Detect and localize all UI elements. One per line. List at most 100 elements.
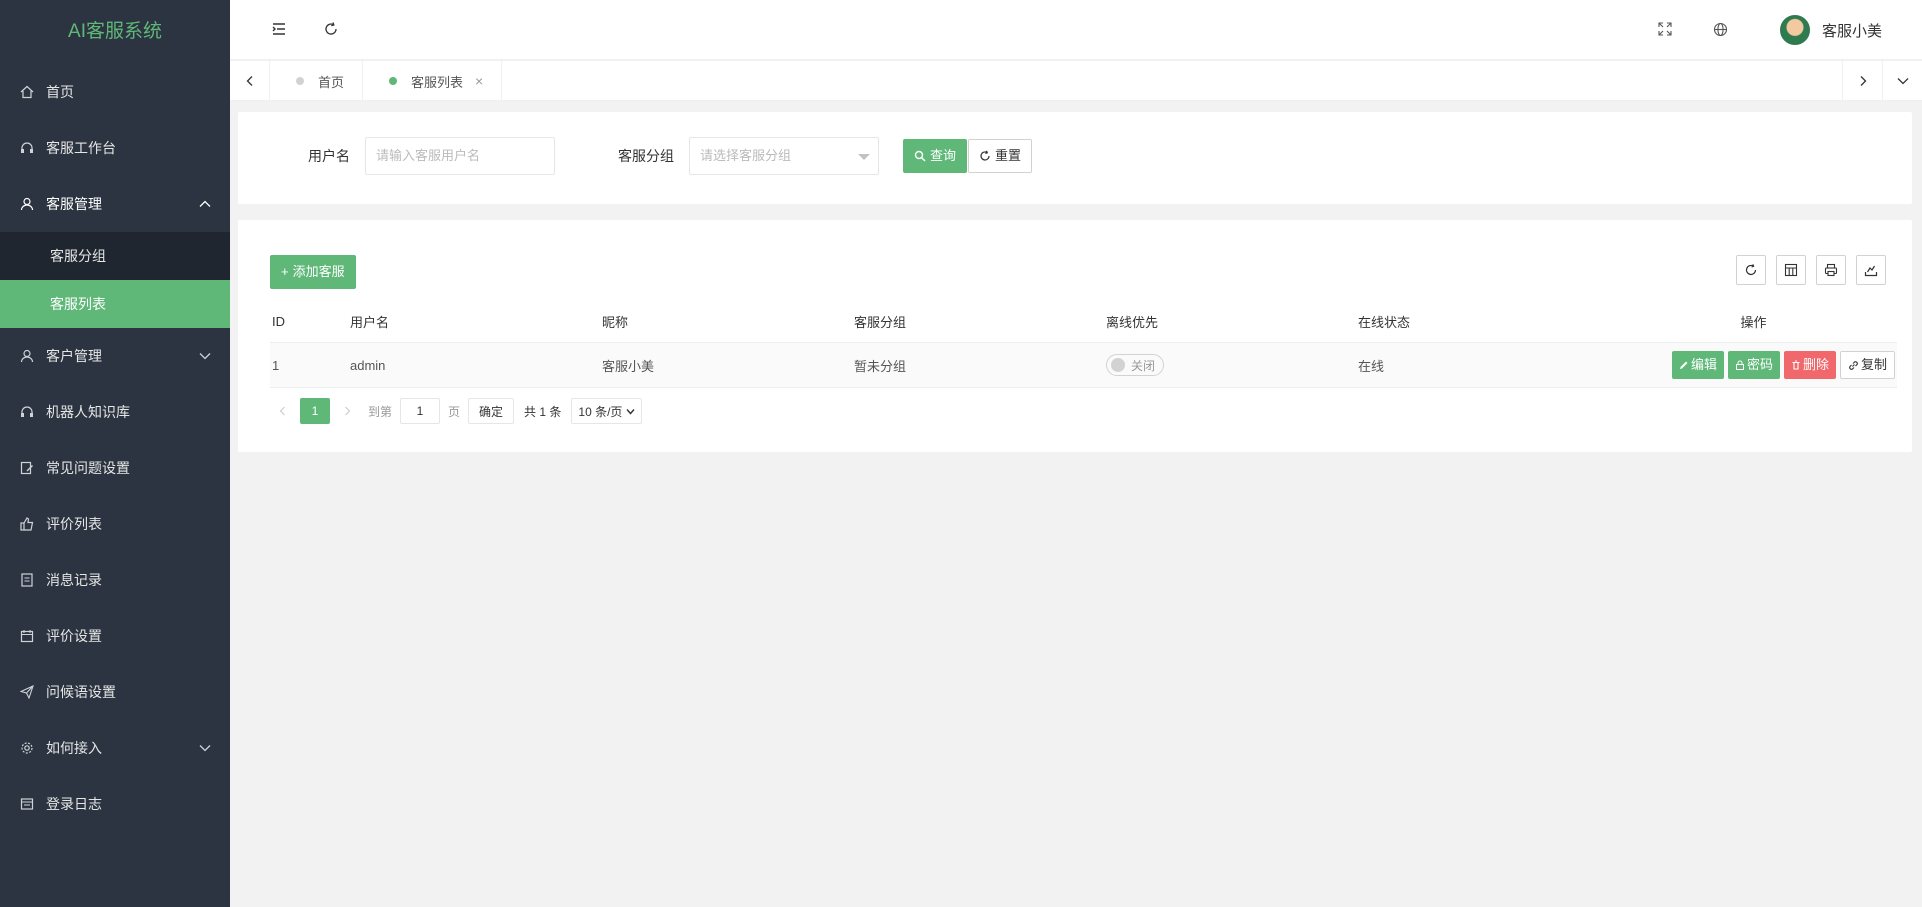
- group-label: 客服分组: [618, 148, 674, 164]
- add-agent-button[interactable]: + 添加客服: [270, 255, 356, 289]
- refresh-icon: [980, 150, 990, 161]
- export-icon[interactable]: [1856, 255, 1886, 285]
- close-icon[interactable]: ×: [475, 73, 483, 89]
- headset-icon: [20, 141, 34, 155]
- edit-button[interactable]: 编辑: [1671, 351, 1724, 379]
- table-refresh-icon[interactable]: [1736, 255, 1766, 285]
- sidebar-item-label: 客户管理: [46, 348, 102, 364]
- sidebar-item-label: 登录日志: [46, 796, 102, 812]
- group-select[interactable]: 请选择客服分组: [689, 137, 879, 175]
- sidebar-item-agent-list[interactable]: 客服列表: [0, 280, 230, 328]
- headset-icon: [20, 405, 34, 419]
- toggle-knob: [1111, 358, 1125, 372]
- file-icon: [20, 573, 34, 587]
- sidebar-submenu: 客服分组 客服列表: [0, 232, 230, 328]
- sidebar-item-how-to-integrate[interactable]: 如何接入: [0, 720, 230, 776]
- app-logo-title: AI客服系统: [0, 0, 230, 64]
- column-header: 客服分组: [854, 314, 907, 330]
- toggle-label: 关闭: [1131, 358, 1156, 373]
- edit-icon: [20, 461, 34, 475]
- agent-table-panel: + 添加客服 ID 用户名 昵称 客服分组 离线优先 在线状态 操作 1 adm…: [238, 220, 1912, 452]
- sidebar-item-workbench[interactable]: 客服工作台: [0, 120, 230, 176]
- sidebar-item-agent-management[interactable]: 客服管理: [0, 176, 230, 232]
- sidebar-item-label: 常见问题设置: [46, 460, 130, 476]
- sidebar-item-label: 如何接入: [46, 740, 102, 756]
- offline-first-toggle[interactable]: 关闭: [1106, 354, 1164, 376]
- column-header: 离线优先: [1106, 314, 1159, 330]
- copy-button[interactable]: 复制: [1839, 351, 1895, 379]
- sidebar-item-label: 客服管理: [46, 196, 102, 212]
- sidebar-item-message-records[interactable]: 消息记录: [0, 552, 230, 608]
- tab-scroll-left-icon[interactable]: [230, 61, 270, 101]
- print-icon[interactable]: [1816, 255, 1846, 285]
- sidebar-item-login-log[interactable]: 登录日志: [0, 776, 230, 832]
- group-select-placeholder: 请选择客服分组: [700, 148, 792, 163]
- sidebar-item-review-settings[interactable]: 评价设置: [0, 608, 230, 664]
- current-page[interactable]: 1: [300, 398, 330, 424]
- user-menu[interactable]: 客服小美: [1779, 15, 1882, 45]
- user-name: 客服小美: [1821, 22, 1882, 40]
- add-agent-label: 添加客服: [292, 264, 345, 279]
- sidebar-item-label: 客服工作台: [46, 140, 116, 156]
- pencil-icon: [1679, 361, 1688, 369]
- column-header: 用户名: [350, 314, 390, 330]
- agent-table: ID 用户名 昵称 客服分组 离线优先 在线状态 操作 1 admin 客服小美…: [270, 300, 1897, 388]
- query-button[interactable]: 查询: [903, 139, 968, 173]
- goto-confirm-button[interactable]: 确定: [468, 398, 515, 424]
- cell-nickname: 客服小美: [602, 358, 655, 374]
- reset-button[interactable]: 重置: [968, 139, 1033, 173]
- row-actions: 编辑 密码 删除 复制: [1610, 351, 1897, 379]
- cell-actions: 编辑 密码 删除 复制: [1610, 351, 1897, 379]
- sidebar-item-faq-settings[interactable]: 常见问题设置: [0, 440, 230, 496]
- column-header: ID: [272, 313, 285, 329]
- sidebar-item-review-list[interactable]: 评价列表: [0, 496, 230, 552]
- menu-toggle-icon[interactable]: [270, 20, 288, 38]
- sidebar-item-greeting-settings[interactable]: 问候语设置: [0, 664, 230, 720]
- home-icon: [20, 85, 34, 99]
- plus-icon: +: [281, 264, 289, 279]
- tab-dot: [389, 77, 398, 85]
- next-page-icon[interactable]: [334, 398, 360, 424]
- page-size-select[interactable]: 10 条/页: [571, 398, 643, 424]
- tab-home[interactable]: 首页: [270, 61, 364, 101]
- prev-page-icon[interactable]: [270, 398, 296, 424]
- password-button[interactable]: 密码: [1727, 351, 1780, 379]
- edit-label: 编辑: [1690, 357, 1717, 372]
- tab-bar: 首页 客服列表 ×: [230, 61, 1922, 101]
- column-header: 昵称: [602, 314, 629, 330]
- sidebar-item-customer-management[interactable]: 客户管理: [0, 328, 230, 384]
- delete-button[interactable]: 删除: [1783, 351, 1836, 379]
- send-icon: [20, 685, 34, 699]
- sidebar-item-label: 评价设置: [46, 628, 102, 644]
- columns-filter-icon[interactable]: [1776, 255, 1806, 285]
- log-icon: [20, 797, 34, 811]
- tab-agent-list[interactable]: 客服列表 ×: [363, 61, 503, 101]
- goto-page-input[interactable]: 1: [400, 398, 441, 424]
- tab-scroll-right-icon[interactable]: [1842, 61, 1882, 101]
- username-search-input[interactable]: 请输入客服用户名: [365, 137, 555, 175]
- goto-label: 到第: [368, 404, 393, 419]
- sidebar-item-knowledge-base[interactable]: 机器人知识库: [0, 384, 230, 440]
- tab-menu-chevron-down-icon[interactable]: [1882, 61, 1922, 101]
- sidebar-item-agent-groups[interactable]: 客服分组: [0, 232, 230, 280]
- cell-offline-first: 关闭: [1106, 354, 1358, 376]
- sidebar: AI客服系统 首页 客服工作台 客服管理 客服分组 客服列表 客户管理 机器人知…: [0, 0, 230, 907]
- calendar-icon: [20, 629, 34, 643]
- avatar: [1779, 15, 1810, 45]
- chevron-down-icon: [198, 349, 212, 363]
- tabs: 首页 客服列表 ×: [270, 61, 503, 101]
- column-header: 在线状态: [1358, 314, 1411, 330]
- chevron-down-icon: [198, 741, 212, 755]
- search-icon: [914, 150, 926, 162]
- sidebar-item-home[interactable]: 首页: [0, 64, 230, 120]
- language-icon[interactable]: [1711, 20, 1729, 38]
- copy-label: 复制: [1860, 357, 1887, 372]
- total-count: 共 1 条: [524, 404, 562, 419]
- gear-icon: [20, 741, 34, 755]
- refresh-icon[interactable]: [322, 20, 340, 38]
- pagination: 1 到第 1 页 确定 共 1 条 10 条/页: [270, 398, 643, 424]
- fullscreen-icon[interactable]: [1656, 20, 1674, 38]
- top-header: 客服小美: [230, 0, 1922, 60]
- link-icon: [1849, 360, 1858, 370]
- sidebar-item-label: 首页: [46, 84, 74, 100]
